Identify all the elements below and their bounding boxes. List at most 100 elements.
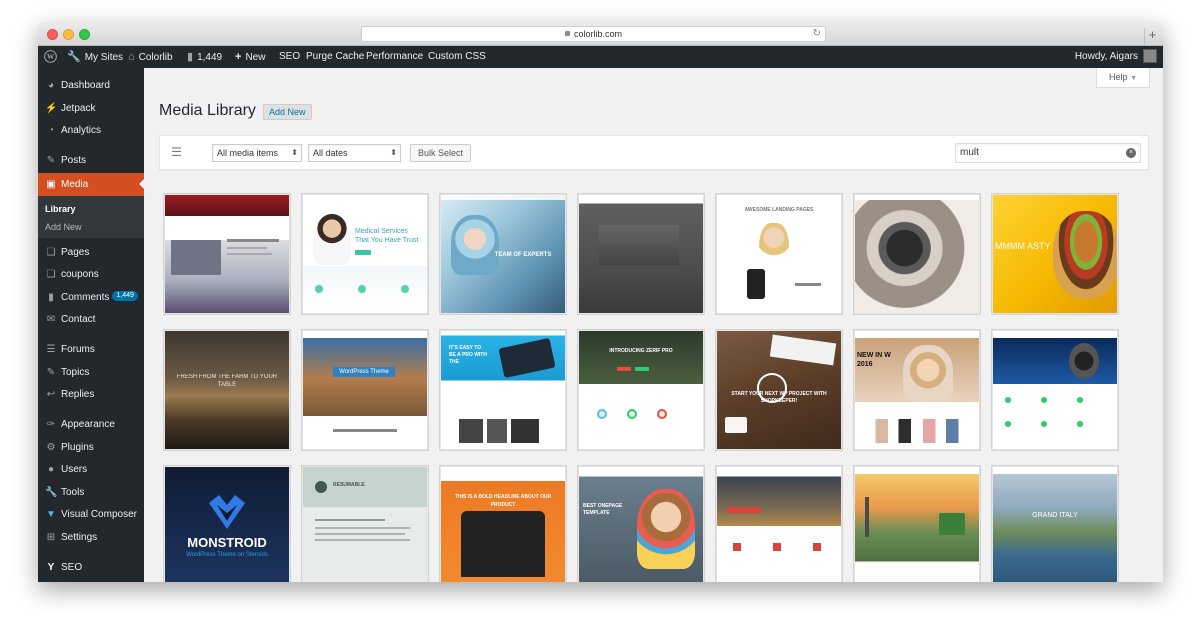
thumbnail-caption: START YOUR NEXT WP PROJECT WITH SHOPKEEP… <box>731 391 827 404</box>
thumbnail-caption: WordPress Theme <box>333 367 395 377</box>
thumbnail-model-photo <box>903 345 953 401</box>
new-content-menu[interactable]: + New <box>235 46 265 68</box>
custom-css-menu[interactable]: Custom CSS <box>428 46 486 68</box>
media-tile[interactable]: GRAND ITALY <box>991 465 1119 582</box>
thumbnail-product-row <box>865 419 969 443</box>
sidebar-item-contact[interactable]: ✉ Contact <box>38 309 144 331</box>
address-bar[interactable]: colorlib.com ↻ <box>361 26 826 42</box>
reload-icon[interactable]: ↻ <box>813 27 821 41</box>
sidebar-item-replies[interactable]: ↩ Replies <box>38 384 144 406</box>
submenu-library[interactable]: Library <box>45 204 76 214</box>
media-tile[interactable]: NEW IN W 2016 <box>853 329 981 451</box>
new-tab-button[interactable]: + <box>1144 28 1160 44</box>
sidebar-item-dashboard[interactable]: ◕ Dashboard <box>38 75 144 97</box>
thumbnail-icon <box>773 543 781 551</box>
thumbnail-burger-photo <box>1053 211 1117 299</box>
close-window-button[interactable] <box>47 29 58 40</box>
thumbnail-caption: MMMM ASTY <box>995 241 1051 251</box>
comments-menu[interactable]: ▮ 1,449 <box>187 46 222 68</box>
media-tile[interactable]: IT'S EASY TO BE A PRO WITH THE <box>439 329 567 451</box>
media-tile[interactable]: MONSTROID WordPress Theme on Steroids <box>163 465 291 582</box>
minimize-window-button[interactable] <box>63 29 74 40</box>
media-tile[interactable] <box>853 193 981 315</box>
sidebar-item-label: Jetpack <box>61 103 96 114</box>
browser-toolbar: colorlib.com ↻ + <box>38 22 1163 46</box>
media-tile[interactable] <box>715 465 843 582</box>
purge-cache-menu[interactable]: Purge Cache <box>306 46 364 68</box>
bulk-select-button[interactable]: Bulk Select <box>410 144 472 162</box>
media-tile[interactable] <box>991 329 1119 451</box>
media-tile[interactable] <box>163 193 291 315</box>
media-tile[interactable]: AWESOME LANDING PAGES <box>715 193 843 315</box>
media-thumbnail: INTRODUCING ZERIF PRO <box>579 331 703 449</box>
seo-menu[interactable]: SEO <box>279 46 300 68</box>
sidebar-item-label: Users <box>61 464 88 475</box>
clear-search-icon[interactable]: × <box>1126 148 1136 158</box>
sidebar-item-plugins[interactable]: ⚙ Plugins <box>38 437 144 459</box>
thumbnail-keyboard-photo <box>769 334 837 366</box>
submenu-add-new[interactable]: Add New <box>45 222 82 232</box>
media-tile[interactable] <box>853 465 981 582</box>
media-tile[interactable]: FRESH FROM THE FARM TO YOUR TABLE <box>163 329 291 451</box>
media-tile[interactable]: Medical Services That You Have Trust <box>301 193 429 315</box>
media-thumbnail: IT'S EASY TO BE A PRO WITH THE <box>441 331 565 449</box>
sidebar-item-pages[interactable]: ❏ Pages <box>38 242 144 264</box>
media-type-filter[interactable]: All media items ⬍ <box>212 144 302 162</box>
sidebar-item-jetpack[interactable]: ⚡ Jetpack <box>38 98 144 120</box>
thumbnail-icon <box>1041 421 1047 427</box>
list-view-icon[interactable]: ☰ <box>170 146 183 159</box>
media-tile[interactable]: BEST ONEPAGE TEMPLATE <box>577 465 705 582</box>
sidebar-item-label: Tools <box>61 487 85 498</box>
media-submenu: Library Add New <box>38 196 144 238</box>
sidebar-item-appearance[interactable]: ✑ Appearance <box>38 414 144 436</box>
sidebar-item-label: Plugins <box>61 442 94 453</box>
home-icon: ⌂ <box>128 51 135 63</box>
envelope-icon: ✉ <box>46 314 56 325</box>
sidebar-item-coupons[interactable]: ❏ coupons <box>38 264 144 286</box>
analytics-gauge-icon: ◔ <box>47 125 55 136</box>
sidebar-item-users[interactable]: ● Users <box>38 459 144 481</box>
media-tile[interactable]: WordPress Theme <box>301 329 429 451</box>
thumbnail-child-photo <box>637 489 695 569</box>
plug-icon: ⚙ <box>46 442 56 453</box>
sidebar-item-seo[interactable]: Y SEO <box>38 557 144 579</box>
add-new-button[interactable]: Add New <box>263 104 312 120</box>
sidebar-item-posts[interactable]: ✎ Posts <box>38 150 144 172</box>
sidebar-item-visual-composer[interactable]: ▼ Visual Composer <box>38 504 144 526</box>
sidebar-item-analytics[interactable]: ◔ Analytics <box>38 120 144 142</box>
site-name-menu[interactable]: ⌂ Colorlib <box>128 46 173 68</box>
my-sites-menu[interactable]: 🔧 My Sites <box>67 46 123 68</box>
media-tile[interactable]: RESUMABLE <box>301 465 429 582</box>
media-tile[interactable]: START YOUR NEXT WP PROJECT WITH SHOPKEEP… <box>715 329 843 451</box>
media-thumbnail: WordPress Theme <box>303 331 427 449</box>
help-tab[interactable]: Help ▼ <box>1096 68 1150 88</box>
thumbnail-button <box>727 507 761 513</box>
coupons-icon: ❏ <box>46 269 56 280</box>
media-tile[interactable]: TEAM OF EXPERTS <box>439 193 567 315</box>
media-thumbnail: TEAM OF EXPERTS <box>441 195 565 313</box>
sidebar-item-tools[interactable]: 🔧 Tools <box>38 482 144 504</box>
thumbnail-caption: Medical Services That You Have Trust <box>355 228 419 244</box>
sidebar-item-comments[interactable]: ▮ Comments 1,449 <box>38 287 144 309</box>
thumbnail-icon <box>657 409 667 419</box>
thumbnail-doctor-photo <box>313 213 351 265</box>
account-menu[interactable]: Howdy, Aigars <box>1075 46 1157 68</box>
media-tile[interactable]: INTRODUCING ZERIF PRO <box>577 329 705 451</box>
zoom-window-button[interactable] <box>79 29 90 40</box>
media-tile[interactable]: MMMM ASTY <box>991 193 1119 315</box>
media-tile[interactable]: THIS IS A BOLD HEADLINE ABOUT OUR PRODUC… <box>439 465 567 582</box>
media-tile[interactable] <box>577 193 705 315</box>
sidebar-item-settings[interactable]: ⊞ Settings <box>38 527 144 549</box>
media-type-filter-value: All media items <box>217 148 279 158</box>
thumbnail-icon <box>1005 421 1011 427</box>
sidebar-item-label: Pages <box>61 247 90 258</box>
sidebar-item-topics[interactable]: ✎ Topics <box>38 362 144 384</box>
performance-menu[interactable]: Performance <box>366 46 423 68</box>
paintbrush-icon: ✑ <box>46 419 56 430</box>
comment-bubble-icon: ▮ <box>48 292 54 303</box>
search-input[interactable]: mult × <box>955 143 1141 163</box>
sidebar-item-forums[interactable]: ☰ Forums <box>38 339 144 361</box>
wordpress-logo-icon[interactable]: W <box>44 46 57 68</box>
date-filter[interactable]: All dates ⬍ <box>308 144 401 162</box>
sidebar-item-media[interactable]: ▣ Media <box>38 173 144 196</box>
